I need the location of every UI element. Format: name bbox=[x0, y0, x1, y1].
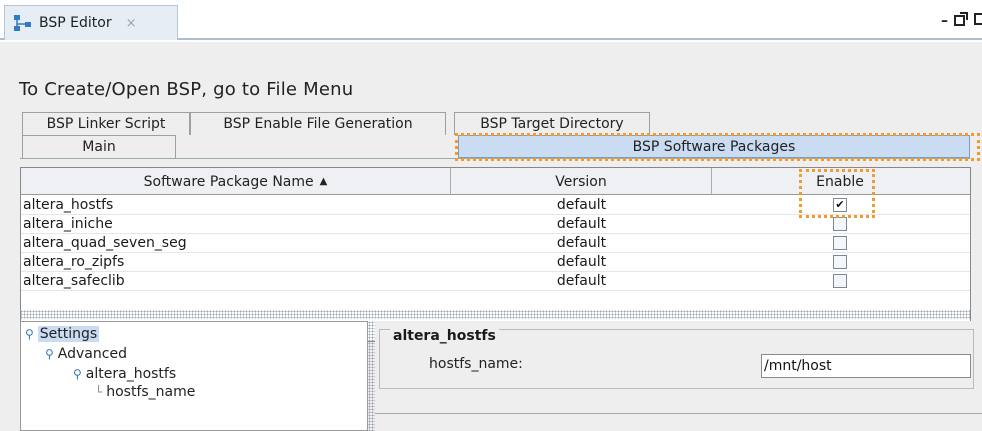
version-cell: default bbox=[556, 197, 607, 213]
panel-divider bbox=[375, 413, 982, 414]
table-header: Software Package Name ▲ Version Enable bbox=[21, 168, 970, 195]
vertical-splitter[interactable] bbox=[368, 321, 375, 431]
table-row[interactable]: altera_safeclib default bbox=[21, 272, 970, 291]
minimize-button[interactable]: – bbox=[941, 13, 948, 29]
tree-node-icon: ⚲ bbox=[73, 367, 82, 381]
enable-checkbox[interactable] bbox=[833, 274, 847, 288]
enable-cell bbox=[712, 236, 968, 250]
enable-cell bbox=[712, 255, 968, 269]
version-cell: default bbox=[556, 273, 607, 289]
bsp-editor-icon bbox=[13, 13, 33, 33]
settings-tree: ⚲ Settings ⚲ Advanced ⚲ altera_hostfs └ … bbox=[20, 321, 368, 431]
enable-cell bbox=[712, 274, 968, 288]
enable-checkbox[interactable]: ✔ bbox=[833, 198, 847, 212]
settings-detail-panel: altera_hostfs hostfs_name: bbox=[375, 321, 982, 431]
sort-ascending-icon: ▲ bbox=[319, 176, 328, 187]
package-name-cell: altera_iniche bbox=[23, 216, 113, 232]
table-row[interactable]: altera_iniche default bbox=[21, 215, 970, 234]
version-cell: default bbox=[556, 254, 607, 270]
enable-cell: ✔ bbox=[712, 198, 968, 212]
hostfs-name-label: hostfs_name: bbox=[429, 356, 523, 372]
window-controls: – bbox=[941, 12, 982, 30]
restore-icon[interactable] bbox=[974, 12, 982, 30]
editor-tabbar: BSP Editor × – bbox=[0, 0, 982, 40]
tab-bsp-software-packages[interactable]: BSP Software Packages bbox=[458, 135, 970, 158]
editor-tab-title: BSP Editor bbox=[39, 15, 112, 31]
tree-node-altera-hostfs[interactable]: ⚲ altera_hostfs bbox=[73, 366, 176, 382]
editor-content: To Create/Open BSP, go to File Menu BSP … bbox=[0, 42, 982, 431]
enable-cell bbox=[712, 217, 968, 231]
maximize-icon[interactable] bbox=[954, 12, 968, 30]
enable-checkbox[interactable] bbox=[833, 236, 847, 250]
table-row[interactable]: altera_hostfs default ✔ bbox=[21, 196, 970, 215]
settings-group: altera_hostfs hostfs_name: bbox=[379, 328, 974, 389]
group-title: altera_hostfs bbox=[390, 328, 499, 344]
table-row[interactable]: altera_quad_seven_seg default bbox=[21, 234, 970, 253]
package-name-cell: altera_quad_seven_seg bbox=[23, 235, 187, 251]
tab-bsp-enable-file-generation[interactable]: BSP Enable File Generation bbox=[190, 112, 446, 135]
column-header-name[interactable]: Software Package Name ▲ bbox=[21, 168, 451, 195]
package-name-cell: altera_ro_zipfs bbox=[23, 254, 125, 270]
enable-checkbox[interactable] bbox=[833, 255, 847, 269]
tree-node-advanced[interactable]: ⚲ Advanced bbox=[45, 346, 127, 362]
package-name-cell: altera_hostfs bbox=[23, 197, 114, 213]
tree-node-icon: ⚲ bbox=[45, 347, 54, 361]
column-header-enable[interactable]: Enable bbox=[712, 168, 968, 195]
hostfs-name-input[interactable] bbox=[761, 354, 971, 378]
version-cell: default bbox=[556, 216, 607, 232]
enable-checkbox[interactable] bbox=[833, 217, 847, 231]
horizontal-splitter[interactable] bbox=[20, 310, 970, 319]
tree-node-settings[interactable]: ⚲ Settings bbox=[25, 326, 100, 342]
tab-bsp-target-directory[interactable]: BSP Target Directory bbox=[454, 112, 650, 135]
tree-leaf-icon: └ bbox=[95, 385, 103, 399]
tab-bsp-linker-script[interactable]: BSP Linker Script bbox=[22, 112, 190, 135]
package-name-cell: altera_safeclib bbox=[23, 273, 125, 289]
table-row[interactable]: altera_ro_zipfs default bbox=[21, 253, 970, 272]
close-icon[interactable]: × bbox=[126, 16, 137, 31]
version-cell: default bbox=[556, 235, 607, 251]
tab-main[interactable]: Main bbox=[22, 135, 176, 158]
tab-divider bbox=[20, 158, 970, 159]
tree-node-hostfs-name[interactable]: └ hostfs_name bbox=[95, 384, 195, 400]
editor-tab-bsp[interactable]: BSP Editor × bbox=[4, 5, 178, 40]
page-title: To Create/Open BSP, go to File Menu bbox=[19, 79, 354, 100]
column-header-version[interactable]: Version bbox=[451, 168, 712, 195]
tree-node-icon: ⚲ bbox=[25, 327, 34, 341]
